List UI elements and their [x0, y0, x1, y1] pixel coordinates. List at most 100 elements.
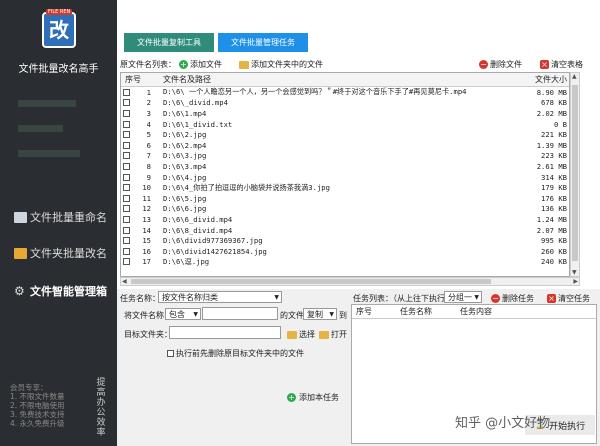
row-checkbox[interactable]	[123, 247, 130, 255]
table-row[interactable]: 8 D:\6\3.mp4 2.61 MB	[121, 161, 569, 172]
row-checkbox[interactable]	[123, 152, 130, 160]
choose-button[interactable]: 选择	[287, 329, 315, 340]
row-checkbox[interactable]	[123, 109, 130, 117]
checkbox[interactable]	[167, 350, 174, 357]
table-row[interactable]: 15 D:\6\divid977369367.jpg 995 KB	[121, 235, 569, 246]
row-checkbox[interactable]	[123, 120, 130, 128]
row-checkbox[interactable]	[123, 205, 130, 213]
row-size: 179 KB	[541, 183, 567, 193]
logo-char: 改	[49, 18, 69, 42]
row-checkbox[interactable]	[123, 226, 130, 234]
table-row[interactable]: 1 D:\6\ 一个人瞻恋另一个人，另一个会感觉到吗？＂#终于对这个音乐下手了#再…	[121, 87, 569, 98]
table-row[interactable]: 13 D:\6\6_divid.mp4 1.24 MB	[121, 214, 569, 225]
choose-label: 选择	[299, 330, 315, 339]
nav-item-batch-rename[interactable]: 文件批量重命名	[14, 209, 107, 225]
vertical-scrollbar[interactable]: ▲ ▼	[570, 72, 580, 277]
table-row[interactable]: 11 D:\6\5.jpg 176 KB	[121, 193, 569, 204]
row-checkbox-cell	[121, 109, 141, 117]
nav-item-file-manager[interactable]: ⚙ 文件智能管理箱	[14, 283, 107, 299]
header-no: 序号	[356, 307, 372, 316]
scroll-down-icon[interactable]: ▼	[572, 269, 577, 276]
table-row[interactable]: 16 D:\6\divid1427621854.jpg 260 KB	[121, 246, 569, 257]
row-number: 5	[146, 130, 151, 140]
horizontal-scrollbar[interactable]: ◀ ▶	[120, 277, 580, 286]
table-row[interactable]: 10 D:\6\4_你拍了拍逗逗的小脑袋并说扬茶我滴3.jpg 179 KB	[121, 182, 569, 193]
tab-copy-tool[interactable]: 文件批量复制工具	[124, 33, 214, 52]
add-file-label: 添加文件	[190, 60, 222, 69]
match-select[interactable]: 包含 ▼	[165, 308, 201, 320]
task-name-value: 按文件名称归类	[162, 292, 218, 302]
row-checkbox[interactable]	[123, 237, 130, 245]
row-checkbox-cell	[121, 215, 141, 223]
table-row[interactable]: 14 D:\6\8_divid.mp4 2.07 MB	[121, 225, 569, 236]
row-checkbox[interactable]	[123, 184, 130, 192]
row-checkbox[interactable]	[123, 194, 130, 202]
row-checkbox[interactable]	[123, 173, 130, 181]
add-task-label: 添加本任务	[299, 392, 339, 402]
keyword-input[interactable]	[202, 307, 278, 320]
delete-file-button[interactable]: − 删除文件	[479, 59, 522, 70]
clear-task-button[interactable]: × 清空任务	[547, 293, 590, 304]
sidebar: FILE REN 改 文件批量改名高手 文件批量重命名 文件夹批量改名 ⚙ 文件…	[0, 0, 117, 446]
nav-item-folder-rename[interactable]: 文件夹批量改名	[14, 245, 107, 261]
task-name-label: 任务名称：	[120, 294, 160, 303]
delete-before-checkbox[interactable]: 执行前先删除原目标文件夹中的文件	[167, 348, 304, 359]
add-file-button[interactable]: + 添加文件	[179, 59, 222, 70]
row-number: 4	[146, 119, 151, 129]
scroll-thumb[interactable]	[131, 279, 491, 284]
scroll-right-icon[interactable]: ▶	[573, 278, 578, 285]
table-row[interactable]: 12 D:\6\6.jpg 136 KB	[121, 204, 569, 215]
chevron-down-icon: ▼	[193, 311, 198, 318]
table-row[interactable]: 7 D:\6\3.jpg 223 KB	[121, 151, 569, 162]
row-size: 176 KB	[541, 193, 567, 203]
row-number: 12	[142, 204, 151, 214]
action-select[interactable]: 复制 ▼	[303, 308, 337, 320]
delete-file-label: 删除文件	[490, 60, 522, 69]
clear-table-button[interactable]: × 清空表格	[540, 59, 583, 70]
row-checkbox[interactable]	[123, 258, 130, 266]
table-row[interactable]: 2 D:\6\_divid.mp4 678 KB	[121, 98, 569, 109]
row-checkbox-cell	[121, 152, 141, 160]
tab-manage-task[interactable]: 文件批量管理任务	[218, 33, 308, 52]
add-task-button[interactable]: + 添加本任务	[287, 390, 339, 404]
plus-icon: +	[287, 392, 296, 402]
rule-prefix: 将文件名称	[124, 311, 164, 320]
row-checkbox[interactable]	[123, 99, 130, 107]
open-label: 打开	[331, 330, 347, 339]
header-size: 文件大小	[535, 75, 567, 84]
row-number: 16	[142, 246, 151, 256]
header-no: 序号	[125, 75, 141, 84]
row-checkbox[interactable]	[123, 162, 130, 170]
table-row[interactable]: 6 D:\6\2.mp4 1.39 MB	[121, 140, 569, 151]
nav-label: 文件批量重命名	[30, 211, 107, 224]
group-select[interactable]: 分组一 ▼	[444, 291, 482, 303]
match-value: 包含	[169, 309, 185, 319]
row-path: D:\6\6.jpg	[163, 204, 207, 214]
task-name-select[interactable]: 按文件名称归类 ▼	[158, 291, 282, 303]
action-value: 复制	[307, 309, 323, 319]
row-checkbox[interactable]	[123, 215, 130, 223]
app-logo: FILE REN 改	[42, 9, 76, 48]
table-row[interactable]: 4 D:\6\1_divid.txt 0 B	[121, 119, 569, 130]
clear-task-label: 清空任务	[558, 294, 590, 303]
table-row[interactable]: 9 D:\6\4.jpg 314 KB	[121, 172, 569, 183]
target-folder-input[interactable]	[169, 326, 281, 339]
close-icon: ×	[540, 60, 549, 69]
minus-icon: −	[479, 60, 488, 69]
row-checkbox[interactable]	[123, 131, 130, 139]
scroll-up-icon[interactable]: ▲	[572, 73, 577, 80]
row-size: 678 KB	[541, 98, 567, 108]
table-row[interactable]: 3 D:\6\1.mp4 2.02 MB	[121, 108, 569, 119]
table-row[interactable]: 5 D:\6\2.jpg 221 KB	[121, 129, 569, 140]
delete-task-button[interactable]: − 删除任务	[491, 293, 534, 304]
table-row[interactable]: 17 D:\6\逗.jpg 240 KB	[121, 257, 569, 268]
scroll-thumb[interactable]	[572, 85, 578, 261]
row-number: 14	[142, 225, 151, 235]
row-path: D:\6\divid1427621854.jpg	[163, 246, 267, 256]
row-checkbox[interactable]	[123, 141, 130, 149]
row-size: 8.90 MB	[536, 87, 567, 97]
open-button[interactable]: 打开	[319, 329, 347, 340]
add-folder-button[interactable]: 添加文件夹中的文件	[239, 59, 323, 70]
row-checkbox[interactable]	[123, 88, 130, 96]
scroll-left-icon[interactable]: ◀	[122, 278, 127, 285]
